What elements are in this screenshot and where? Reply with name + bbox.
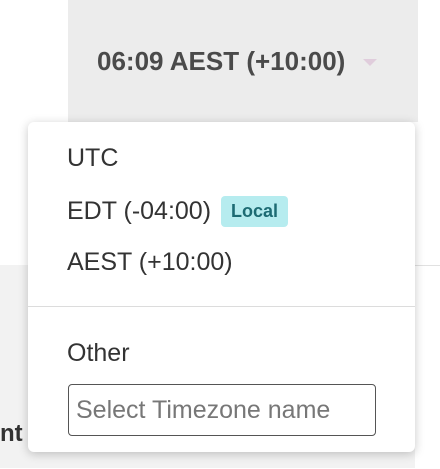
timezone-search-input[interactable] xyxy=(68,384,376,436)
local-badge: Local xyxy=(221,196,289,227)
timezone-option-label: AEST (+10:00) xyxy=(67,248,233,276)
dropdown-divider xyxy=(28,306,415,307)
timezone-dropdown: UTC EDT (-04:00) Local AEST (+10:00) Oth… xyxy=(28,122,415,452)
timezone-option-label: EDT (-04:00) xyxy=(67,197,212,225)
timezone-option-utc[interactable]: UTC xyxy=(67,144,118,173)
timezone-option-aest[interactable]: AEST (+10:00) xyxy=(67,248,233,277)
caret-down-icon xyxy=(363,58,378,66)
timezone-selector-button[interactable]: 06:09 AEST (+10:00) xyxy=(68,0,418,122)
other-section-label: Other xyxy=(67,339,130,367)
background-panel xyxy=(415,265,440,469)
timezone-option-edt[interactable]: EDT (-04:00) Local xyxy=(67,196,289,227)
current-time-label: 06:09 AEST (+10:00) xyxy=(97,45,346,76)
timezone-option-label: UTC xyxy=(67,144,119,172)
